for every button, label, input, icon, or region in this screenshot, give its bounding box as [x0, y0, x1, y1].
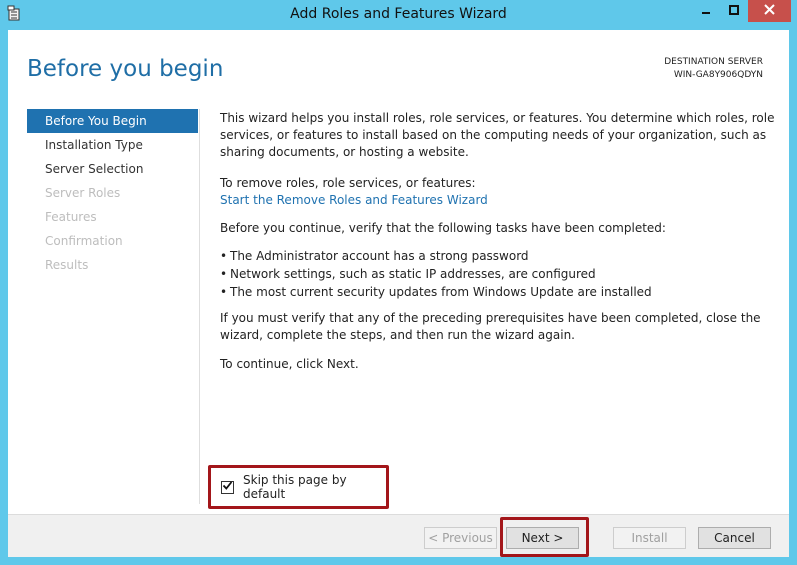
- maximize-icon: [729, 4, 739, 18]
- minimize-button[interactable]: [692, 0, 720, 22]
- skip-page-label[interactable]: Skip this page by default: [243, 473, 386, 501]
- list-item: The most current security updates from W…: [220, 283, 775, 301]
- list-item: Network settings, such as static IP addr…: [220, 265, 775, 283]
- nav-item-results: Results: [45, 258, 89, 272]
- install-button[interactable]: Install: [613, 527, 686, 549]
- nav-item-server-selection[interactable]: Server Selection: [27, 157, 198, 181]
- nav-divider: [199, 109, 200, 504]
- window-title: Add Roles and Features Wizard: [290, 6, 507, 22]
- destination-server-name: WIN-GA8Y906QDYN: [673, 70, 763, 80]
- wizard-content: This wizard helps you install roles, rol…: [220, 109, 775, 373]
- wizard-client-area: Before you begin DESTINATION SERVER WIN-…: [8, 30, 789, 557]
- skip-page-checkbox[interactable]: [221, 480, 234, 494]
- intro-text: This wizard helps you install roles, rol…: [220, 111, 775, 159]
- prereq-note: If you must verify that any of the prece…: [220, 311, 761, 342]
- wizard-nav: Before You Begin Installation Type Serve…: [27, 109, 198, 277]
- minimize-icon: [701, 4, 711, 18]
- page-title: Before you begin: [27, 56, 224, 82]
- destination-server-info: DESTINATION SERVER WIN-GA8Y906QDYN: [664, 56, 763, 82]
- skip-page-highlight: Skip this page by default: [208, 465, 389, 509]
- previous-button[interactable]: < Previous: [424, 527, 497, 549]
- nav-item-features: Features: [45, 210, 97, 224]
- cancel-button[interactable]: Cancel: [698, 527, 771, 549]
- title-bar[interactable]: Add Roles and Features Wizard: [0, 0, 797, 30]
- close-button[interactable]: [748, 0, 791, 22]
- checkmark-icon: [222, 480, 233, 494]
- maximize-button[interactable]: [720, 0, 748, 22]
- nav-item-confirmation: Confirmation: [45, 234, 123, 248]
- continue-note: To continue, click Next.: [220, 357, 359, 371]
- destination-label: DESTINATION SERVER: [664, 57, 763, 67]
- verify-heading: Before you continue, verify that the fol…: [220, 221, 666, 235]
- next-button-highlight: [500, 517, 589, 557]
- nav-item-before-you-begin[interactable]: Before You Begin: [27, 109, 198, 133]
- nav-item-installation-type[interactable]: Installation Type: [27, 133, 198, 157]
- wizard-footer: < Previous Next > Install Cancel: [8, 514, 789, 557]
- close-icon: [764, 4, 775, 18]
- wizard-window: Add Roles and Features Wizard Before you…: [0, 0, 797, 565]
- list-item: The Administrator account has a strong p…: [220, 247, 775, 265]
- prerequisite-list: The Administrator account has a strong p…: [220, 247, 775, 301]
- remove-heading: To remove roles, role services, or featu…: [220, 176, 476, 190]
- nav-item-server-roles: Server Roles: [45, 186, 121, 200]
- remove-wizard-link[interactable]: Start the Remove Roles and Features Wiza…: [220, 192, 775, 209]
